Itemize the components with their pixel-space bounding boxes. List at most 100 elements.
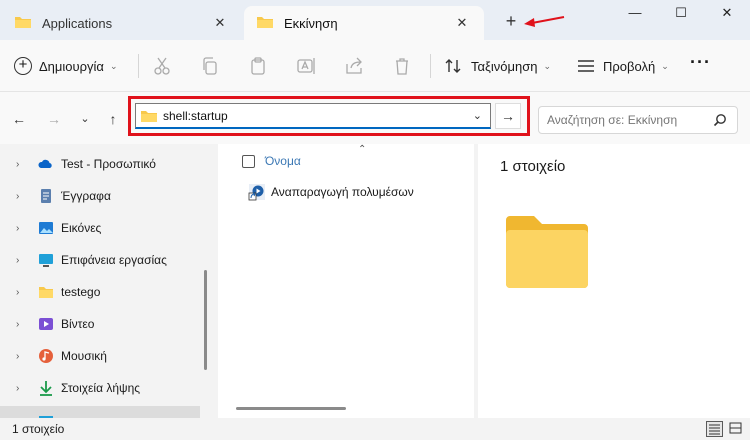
details-view-button[interactable] (706, 421, 723, 437)
desktop-icon (39, 254, 53, 267)
tiles-view-button[interactable] (728, 421, 745, 437)
tab-applications[interactable]: Applications ✕ (2, 6, 242, 40)
chevron-right-icon[interactable]: › (16, 319, 28, 330)
details-pane: 1 στοιχείο (478, 144, 750, 418)
search-input[interactable] (547, 113, 712, 127)
title-bar: Applications ✕ Εκκίνηση ✕ + — ☐ ✕ (0, 0, 750, 40)
maximize-button[interactable]: ☐ (658, 0, 704, 26)
chevron-right-icon[interactable]: › (16, 159, 28, 170)
up-button[interactable]: ↑ (104, 110, 122, 128)
status-item-count: 1 στοιχείο (12, 422, 65, 436)
horizontal-scrollbar[interactable] (236, 407, 346, 410)
view-label: Προβολή (603, 58, 656, 74)
share-icon[interactable] (344, 56, 364, 76)
sort-label: Ταξινόμηση (471, 58, 538, 74)
pictures-icon (39, 222, 53, 234)
delete-icon[interactable] (392, 56, 412, 76)
details-view-icon (709, 424, 720, 435)
more-options-button[interactable]: ··· (690, 52, 711, 73)
new-label: Δημιουργία (39, 58, 104, 74)
chevron-down-icon[interactable]: ⌄ (473, 109, 482, 122)
documents-icon (41, 189, 51, 203)
search-box[interactable] (538, 106, 738, 134)
sidebar-item-documents[interactable]: › Έγγραφα (0, 182, 200, 210)
new-button[interactable]: + Δημιουργία ⌄ (14, 54, 117, 78)
divider (138, 54, 139, 78)
minimize-button[interactable]: — (612, 0, 658, 26)
chevron-right-icon[interactable]: › (16, 223, 28, 234)
sidebar-item-label: Εικόνες (61, 221, 102, 235)
go-button[interactable]: → (495, 103, 521, 129)
music-icon (39, 349, 53, 363)
view-lines-icon (578, 60, 594, 72)
view-button[interactable]: Προβολή ⌄ (577, 56, 669, 76)
sidebar-item-desktop[interactable]: › Επιφάνεια εργασίας (0, 246, 200, 274)
sidebar-item-label: Έγγραφα (61, 189, 111, 203)
sidebar-item-onedrive[interactable]: › Test - Προσωπικό (0, 150, 200, 178)
select-all-checkbox[interactable] (242, 154, 255, 168)
tab-startup[interactable]: Εκκίνηση ✕ (244, 6, 484, 40)
sort-arrows-icon (445, 59, 461, 73)
onedrive-cloud-icon (38, 159, 52, 168)
folder-icon (256, 15, 274, 32)
copy-icon[interactable] (200, 56, 220, 76)
media-player-shortcut-icon (248, 184, 265, 201)
sort-ascending-icon: ⌃ (358, 144, 367, 155)
rename-icon[interactable] (296, 56, 316, 76)
vertical-scrollbar[interactable] (204, 270, 207, 370)
command-bar: + Δημιουργία ⌄ Ταξινόμηση ⌄ Προβολή ⌄ ··… (0, 40, 750, 92)
sidebar-item-partial[interactable]: › (0, 406, 200, 418)
chevron-down-icon: ⌄ (661, 60, 669, 71)
annotation-arrow-icon (524, 16, 565, 27)
sidebar-item-music[interactable]: › Μουσική (0, 342, 200, 370)
sidebar-item-downloads[interactable]: › Στοιχεία λήψης (0, 374, 200, 402)
sidebar-item-videos[interactable]: › Βίντεο (0, 310, 200, 338)
sidebar-item-label: Στοιχεία λήψης (61, 381, 141, 395)
sidebar-item-label: Επιφάνεια εργασίας (61, 253, 167, 267)
sidebar-item-testego[interactable]: › testego (0, 278, 200, 306)
address-bar[interactable]: ⌄ (135, 103, 491, 129)
close-window-button[interactable]: ✕ (704, 0, 750, 26)
chevron-right-icon[interactable]: › (16, 255, 28, 266)
sidebar-item-label: Μουσική (61, 349, 107, 363)
recent-locations-button[interactable]: ⌄ (76, 110, 94, 128)
paste-icon[interactable] (248, 56, 268, 76)
forward-button[interactable]: → (45, 110, 63, 128)
close-tab-icon[interactable]: ✕ (212, 15, 228, 31)
navigation-pane: › Test - Προσωπικό › Έγγραφα › Εικόνες ›… (0, 144, 214, 418)
tab-label: Applications (42, 15, 113, 31)
back-button[interactable]: ← (10, 110, 28, 128)
close-tab-icon[interactable]: ✕ (454, 15, 470, 31)
chevron-right-icon[interactable]: › (16, 191, 28, 202)
file-name: Αναπαραγωγή πολυμέσων (271, 185, 414, 199)
file-row[interactable]: Αναπαραγωγή πολυμέσων (248, 182, 414, 202)
plus-circle-icon: + (14, 57, 32, 75)
address-row: ← → ⌄ ↑ ⌄ → (0, 92, 750, 144)
chevron-down-icon: ⌄ (543, 60, 551, 71)
downloads-icon (40, 381, 52, 396)
cut-icon[interactable] (152, 56, 172, 76)
large-folder-icon (506, 216, 588, 288)
new-tab-button[interactable]: + (500, 11, 522, 33)
folder-icon (14, 15, 32, 32)
status-bar: 1 στοιχείο (0, 418, 750, 440)
chevron-right-icon[interactable]: › (16, 351, 28, 362)
sidebar-item-label: Βίντεο (61, 317, 95, 331)
chevron-right-icon[interactable]: › (16, 287, 28, 298)
chevron-right-icon[interactable]: › (16, 383, 28, 394)
item-count-heading: 1 στοιχείο (500, 158, 566, 175)
sidebar-item-pictures[interactable]: › Εικόνες (0, 214, 200, 242)
videos-icon (39, 318, 53, 330)
tiles-view-icon (729, 422, 742, 434)
address-input[interactable] (163, 108, 463, 123)
folder-icon (141, 110, 157, 122)
sidebar-item-label: Test - Προσωπικό (61, 157, 156, 171)
sort-button[interactable]: Ταξινόμηση ⌄ (445, 56, 551, 76)
chevron-down-icon: ⌄ (109, 60, 118, 71)
column-header-label: Όνομα (265, 154, 301, 168)
file-list-pane: ⌃ Όνομα Αναπαραγωγή πολυμέσων (218, 144, 474, 418)
folder-icon (39, 287, 53, 298)
column-header-name[interactable]: Όνομα (242, 154, 301, 168)
divider (430, 54, 431, 78)
search-icon[interactable] (713, 113, 727, 127)
